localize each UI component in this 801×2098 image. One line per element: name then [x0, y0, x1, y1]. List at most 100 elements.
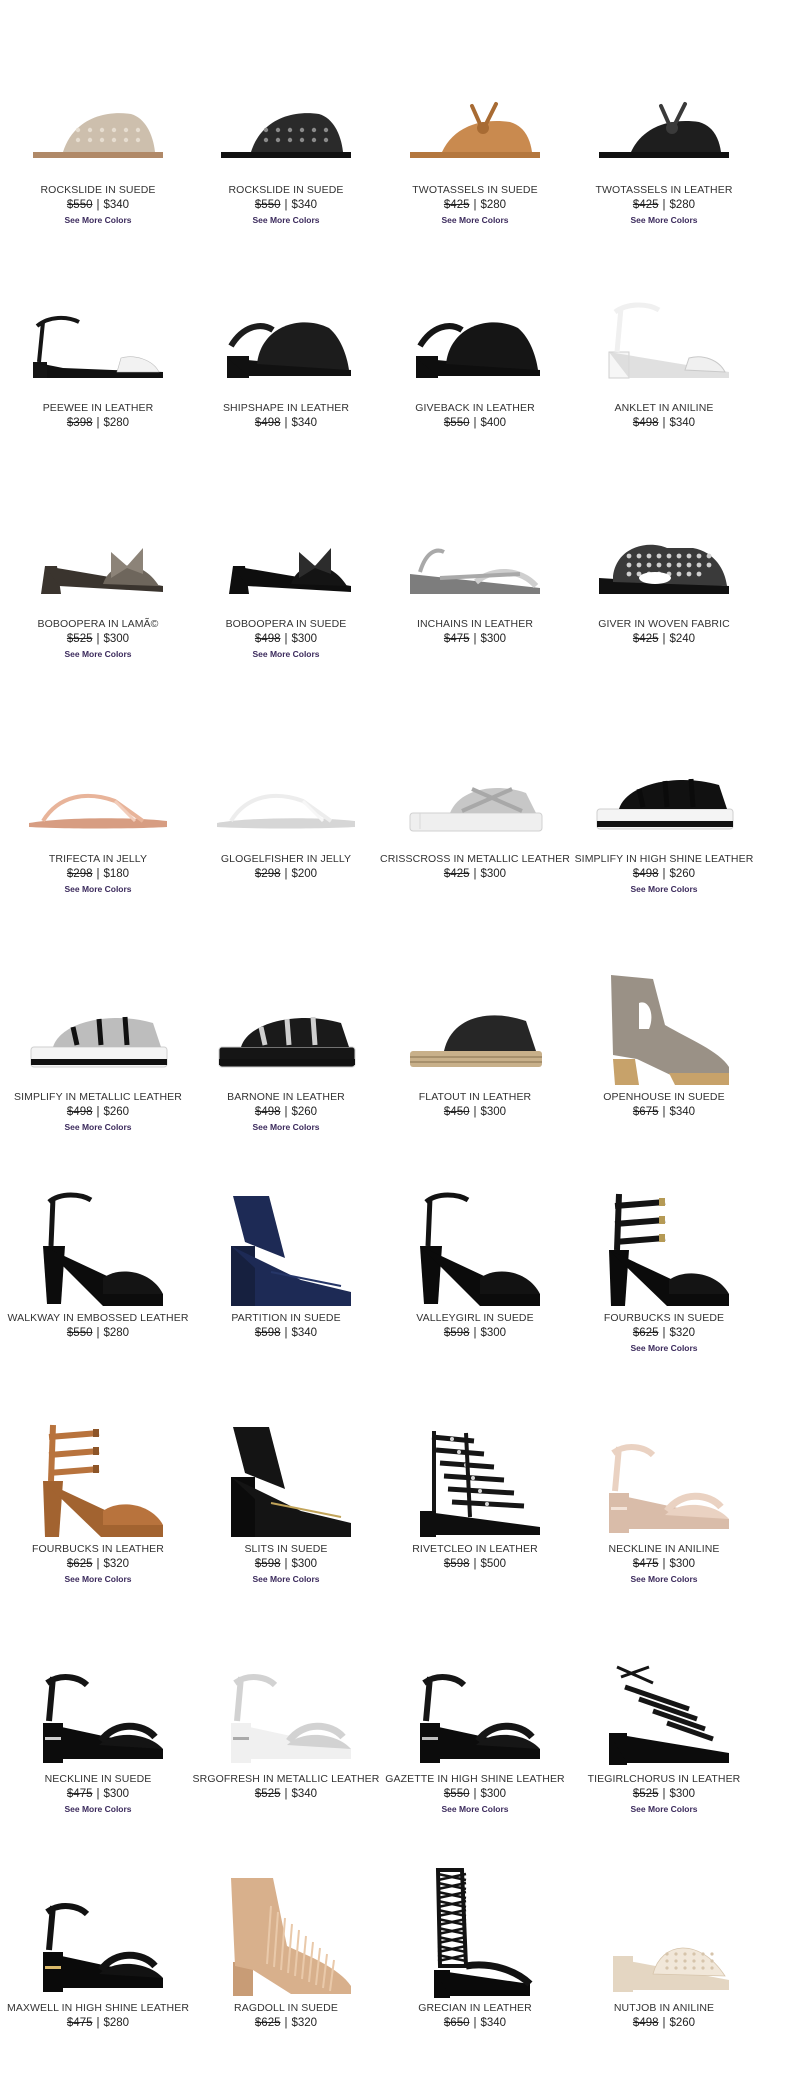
see-more-colors-link[interactable]: See More Colors	[191, 1122, 381, 1133]
product-image[interactable]	[569, 1637, 759, 1777]
product-image[interactable]	[191, 48, 381, 188]
product-image[interactable]	[3, 1637, 193, 1777]
product-image[interactable]	[191, 1407, 381, 1547]
see-more-colors-link[interactable]: See More Colors	[569, 1343, 759, 1354]
product-image[interactable]	[569, 717, 759, 857]
product-price: $498 | $260	[3, 1105, 193, 1120]
product-info: GAZETTE IN HIGH SHINE LEATHER $550 | $300 Se…	[380, 1773, 570, 1815]
product-image[interactable]	[380, 717, 570, 857]
product-name[interactable]: PARTITION IN SUEDE	[191, 1312, 381, 1325]
product-image[interactable]	[191, 1176, 381, 1316]
original-price: $625	[632, 1327, 659, 1339]
see-more-colors-link[interactable]: See More Colors	[569, 1804, 759, 1815]
product-name[interactable]: ANKLET IN ANILINE	[569, 402, 759, 415]
see-more-colors-link[interactable]: See More Colors	[569, 1574, 759, 1585]
product-info: ROCKSLIDE IN SUEDE $550 | $340 See More Colo…	[3, 184, 193, 226]
product-image[interactable]	[380, 1407, 570, 1547]
product-image[interactable]	[569, 482, 759, 622]
see-more-colors-link[interactable]: See More Colors	[191, 1574, 381, 1585]
product-name[interactable]: WALKWAY IN EMBOSSED LEATHER	[3, 1312, 193, 1325]
product-image[interactable]	[3, 482, 193, 622]
product-name[interactable]: TRIFECTA IN JELLY	[3, 853, 193, 866]
see-more-colors-link[interactable]: See More Colors	[3, 1574, 193, 1585]
product-image[interactable]	[3, 1866, 193, 2006]
product-image[interactable]	[3, 955, 193, 1095]
product-image[interactable]	[569, 1407, 759, 1547]
see-more-colors-link[interactable]: See More Colors	[3, 884, 193, 895]
product-name[interactable]: GIVER IN WOVEN FABRIC	[569, 618, 759, 631]
product-image[interactable]	[191, 1637, 381, 1777]
product-name[interactable]: NECKLINE IN SUEDE	[3, 1773, 193, 1786]
product-name[interactable]: GAZETTE IN HIGH SHINE LEATHER	[380, 1773, 570, 1786]
product-info: FOURBUCKS IN LEATHER $625 | $320 See More Co…	[3, 1543, 193, 1585]
product-name[interactable]: OPENHOUSE IN SUEDE	[569, 1091, 759, 1104]
product-image[interactable]	[380, 1176, 570, 1316]
product-name[interactable]: SIMPLIFY IN HIGH SHINE LEATHER	[569, 853, 759, 866]
product-image[interactable]	[380, 955, 570, 1095]
product-image[interactable]	[3, 266, 193, 406]
product-name[interactable]: BOBOOPERA IN SUEDE	[191, 618, 381, 631]
product-image[interactable]	[191, 266, 381, 406]
price-separator: |	[284, 633, 288, 645]
product-image[interactable]	[191, 1866, 381, 2006]
product-name[interactable]: TWOTASSELS IN SUEDE	[380, 184, 570, 197]
shoe-illustration	[420, 1192, 540, 1306]
product-image[interactable]	[3, 48, 193, 188]
see-more-colors-link[interactable]: See More Colors	[191, 649, 381, 660]
original-price: $298	[66, 868, 93, 880]
product-name[interactable]: BOBOOPERA IN LAMÃ©	[3, 618, 193, 631]
shoe-illustration	[609, 1665, 729, 1765]
product-name[interactable]: SRGOFRESH IN METALLIC LEATHER	[191, 1773, 381, 1786]
shoe-illustration	[43, 1424, 163, 1537]
product-name[interactable]: SIMPLIFY IN METALLIC LEATHER	[3, 1091, 193, 1104]
product-name[interactable]: PEEWEE IN LEATHER	[3, 402, 193, 415]
product-image[interactable]	[380, 482, 570, 622]
see-more-colors-link[interactable]: See More Colors	[191, 215, 381, 226]
product-name[interactable]: SHIPSHAPE IN LEATHER	[191, 402, 381, 415]
product-image[interactable]	[569, 1866, 759, 2006]
product-name[interactable]: RIVETCLEO IN LEATHER	[380, 1543, 570, 1556]
product-image[interactable]	[3, 1407, 193, 1547]
product-name[interactable]: TWOTASSELS IN LEATHER	[569, 184, 759, 197]
see-more-colors-link[interactable]: See More Colors	[569, 215, 759, 226]
product-image[interactable]	[380, 266, 570, 406]
product-image[interactable]	[569, 955, 759, 1095]
product-image[interactable]	[191, 717, 381, 857]
product-image[interactable]	[3, 717, 193, 857]
product-price: $298 | $180	[3, 867, 193, 882]
product-name[interactable]: CRISSCROSS IN METALLIC LEATHER	[380, 853, 570, 866]
product-name[interactable]: BARNONE IN LEATHER	[191, 1091, 381, 1104]
product-image[interactable]	[191, 955, 381, 1095]
product-name[interactable]: FOURBUCKS IN LEATHER	[3, 1543, 193, 1556]
see-more-colors-link[interactable]: See More Colors	[380, 1804, 570, 1815]
see-more-colors-link[interactable]: See More Colors	[3, 649, 193, 660]
see-more-colors-link[interactable]: See More Colors	[380, 215, 570, 226]
product-image[interactable]	[3, 1176, 193, 1316]
see-more-colors-link[interactable]: See More Colors	[3, 215, 193, 226]
product-name[interactable]: GRECIAN IN LEATHER	[380, 2002, 570, 2015]
product-name[interactable]: VALLEYGIRL IN SUEDE	[380, 1312, 570, 1325]
product-name[interactable]: MAXWELL IN HIGH SHINE LEATHER	[3, 2002, 193, 2015]
see-more-colors-link[interactable]: See More Colors	[3, 1804, 193, 1815]
see-more-colors-link[interactable]: See More Colors	[569, 884, 759, 895]
product-name[interactable]: GLOGELFISHER IN JELLY	[191, 853, 381, 866]
product-name[interactable]: FLATOUT IN LEATHER	[380, 1091, 570, 1104]
product-image[interactable]	[380, 1866, 570, 2006]
product-name[interactable]: SLITS IN SUEDE	[191, 1543, 381, 1556]
product-name[interactable]: NECKLINE IN ANILINE	[569, 1543, 759, 1556]
product-name[interactable]: RAGDOLL IN SUEDE	[191, 2002, 381, 2015]
product-image[interactable]	[191, 482, 381, 622]
product-name[interactable]: GIVEBACK IN LEATHER	[380, 402, 570, 415]
see-more-colors-link[interactable]: See More Colors	[3, 1122, 193, 1133]
product-name[interactable]: ROCKSLIDE IN SUEDE	[191, 184, 381, 197]
product-name[interactable]: NUTJOB IN ANILINE	[569, 2002, 759, 2015]
product-image[interactable]	[380, 1637, 570, 1777]
product-image[interactable]	[569, 266, 759, 406]
product-name[interactable]: ROCKSLIDE IN SUEDE	[3, 184, 193, 197]
product-image[interactable]	[380, 48, 570, 188]
product-name[interactable]: FOURBUCKS IN SUEDE	[569, 1312, 759, 1325]
product-name[interactable]: TIEGIRLCHORUS IN LEATHER	[569, 1773, 759, 1786]
product-image[interactable]	[569, 1176, 759, 1316]
product-name[interactable]: INCHAINS IN LEATHER	[380, 618, 570, 631]
product-image[interactable]	[569, 48, 759, 188]
